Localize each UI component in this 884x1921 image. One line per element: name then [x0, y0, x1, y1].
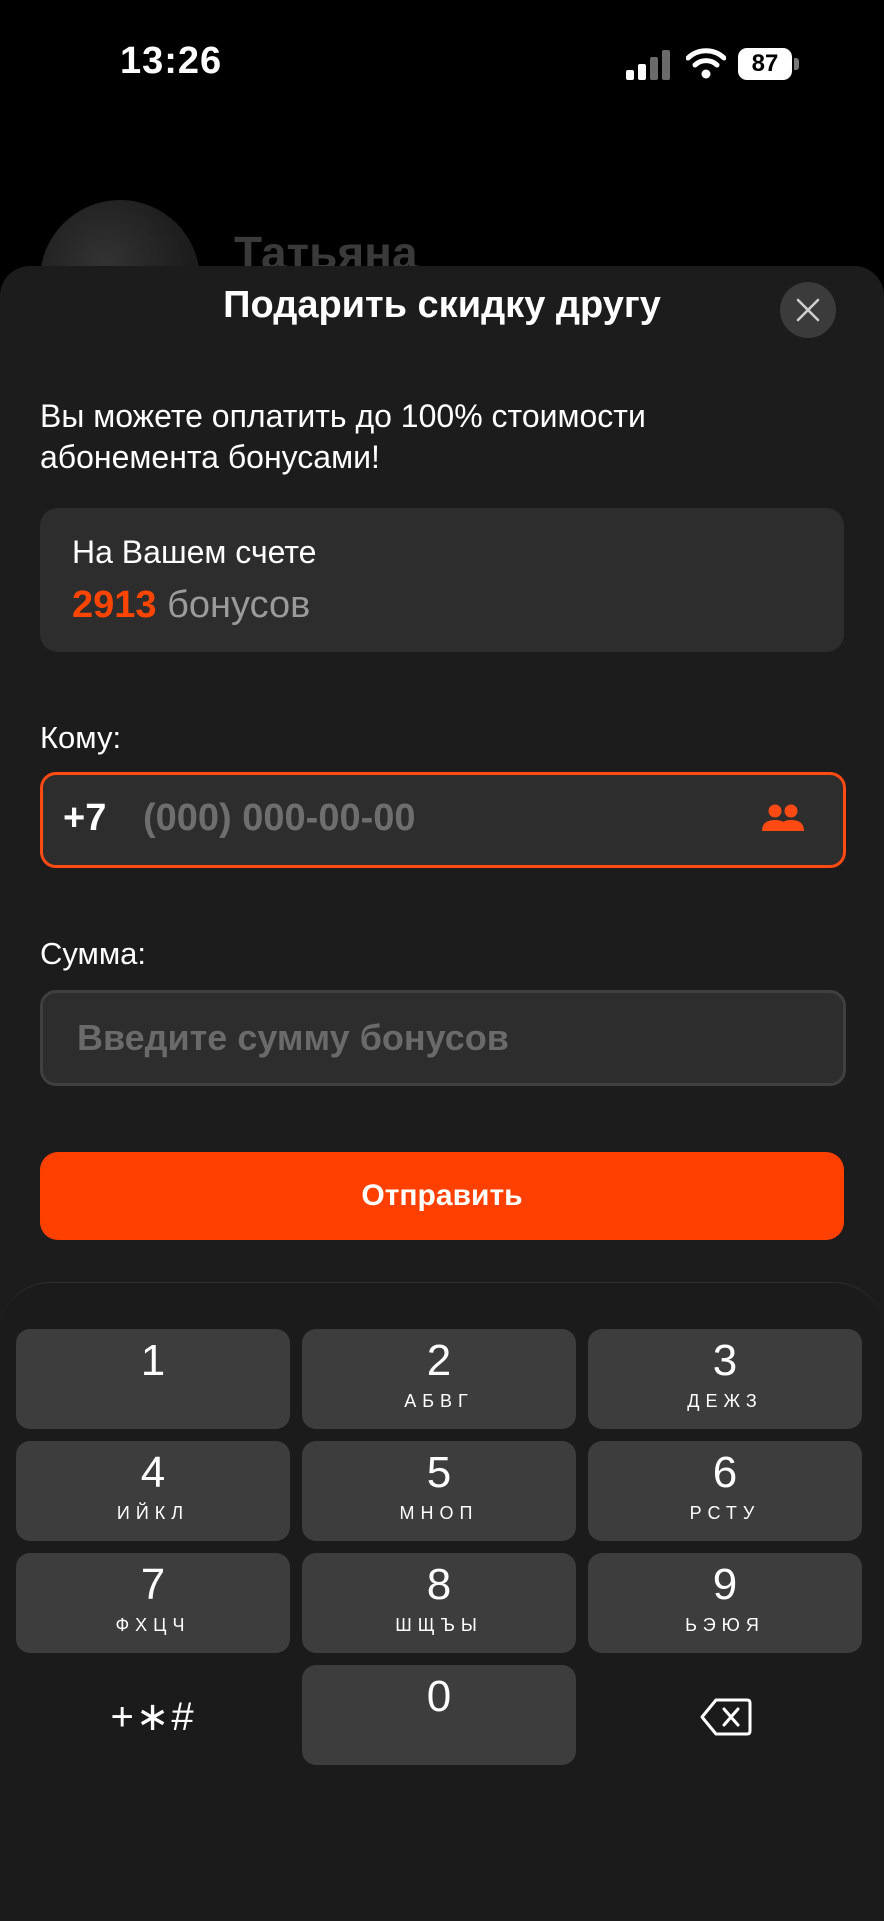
phone-prefix: +7	[63, 797, 107, 839]
phone-placeholder: (000) 000-00-00	[143, 797, 416, 839]
key-letters: ФХЦЧ	[115, 1615, 191, 1635]
key-backspace[interactable]	[588, 1665, 862, 1765]
key-0[interactable]: 0	[302, 1665, 576, 1765]
close-icon	[796, 298, 820, 322]
key-letters: ИЙКЛ	[116, 1503, 190, 1523]
sheet-title: Подарить скидку другу	[223, 284, 661, 326]
key-symbols-label: +∗#	[110, 1695, 196, 1739]
key-digit: 8	[426, 1560, 452, 1609]
balance-label: На Вашем счете	[72, 534, 317, 570]
backspace-icon	[700, 1698, 752, 1736]
key-6[interactable]: 6 РСТУ	[588, 1441, 862, 1541]
key-9[interactable]: 9 ЬЭЮЯ	[588, 1553, 862, 1653]
status-time: 13:26	[120, 40, 223, 82]
balance-amount: 2913	[72, 584, 157, 626]
key-4[interactable]: 4 ИЙКЛ	[16, 1441, 290, 1541]
sum-label: Сумма:	[40, 936, 147, 971]
key-2[interactable]: 2 АБВГ	[302, 1329, 576, 1429]
key-1[interactable]: 1	[16, 1329, 290, 1429]
info-text: Вы можете оплатить до 100% стоимости або…	[40, 398, 646, 475]
key-letters: РСТУ	[689, 1503, 761, 1523]
phone-input[interactable]: +7 (000) 000-00-00	[40, 772, 846, 868]
recipient-label: Кому:	[40, 720, 122, 755]
key-letters: ЬЭЮЯ	[685, 1615, 765, 1635]
balance-unit: бонусов	[167, 584, 311, 626]
key-8[interactable]: 8 ШЩЪЫ	[302, 1553, 576, 1653]
key-digit: 1	[140, 1336, 166, 1385]
key-digit: 6	[712, 1448, 738, 1497]
key-letters: МНОП	[399, 1503, 479, 1523]
key-digit: 4	[140, 1448, 166, 1497]
key-digit: 2	[426, 1336, 452, 1385]
key-letters: АБВГ	[404, 1391, 474, 1411]
send-button[interactable]: Отправить	[40, 1152, 844, 1240]
key-symbols[interactable]: +∗#	[16, 1665, 290, 1765]
key-digit: 7	[140, 1560, 166, 1609]
key-7[interactable]: 7 ФХЦЧ	[16, 1553, 290, 1653]
numeric-keyboard: 1 2 АБВГ 3 ДЕЖЗ 4 ИЙКЛ 5 МНОП 6 РСТУ 7 Ф…	[0, 1282, 884, 1921]
wifi-icon	[686, 48, 726, 79]
key-digit: 5	[426, 1448, 452, 1497]
key-digit: 3	[712, 1336, 738, 1385]
balance-line: 2913 бонусов	[72, 584, 310, 627]
key-digit: 9	[712, 1560, 738, 1609]
status-bar: 13:26 87	[0, 0, 884, 130]
balance-card: На Вашем счете 2913 бонусов	[40, 508, 844, 652]
key-digit: 0	[426, 1672, 452, 1721]
key-letters: ДЕЖЗ	[687, 1391, 763, 1411]
contacts-icon[interactable]	[761, 803, 805, 835]
key-3[interactable]: 3 ДЕЖЗ	[588, 1329, 862, 1429]
close-button[interactable]	[780, 282, 836, 338]
battery-icon: 87	[738, 48, 802, 82]
signal-icon	[626, 50, 670, 80]
battery-level: 87	[738, 48, 792, 80]
key-letters: ШЩЪЫ	[395, 1615, 483, 1635]
bonus-amount-input[interactable]: Введите сумму бонусов	[40, 990, 846, 1086]
amount-placeholder: Введите сумму бонусов	[77, 1017, 509, 1058]
key-5[interactable]: 5 МНОП	[302, 1441, 576, 1541]
